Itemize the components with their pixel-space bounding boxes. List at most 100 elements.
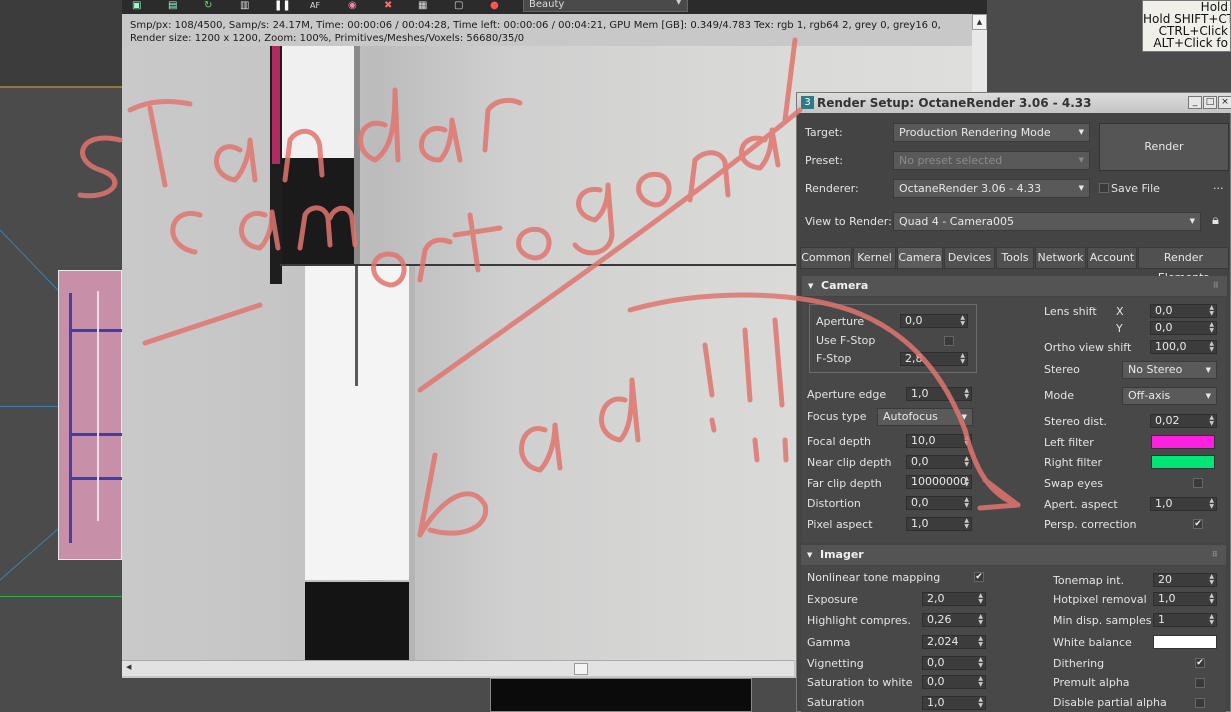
spinner-arrows-icon[interactable]: ▲ ▼ <box>1209 574 1214 586</box>
save-icon[interactable]: ▣ <box>132 0 144 11</box>
render-button[interactable]: Render <box>1099 123 1229 171</box>
gamma-spinner[interactable]: 2,024 ▲ ▼ <box>922 635 986 649</box>
spinner-arrows-icon[interactable]: ▲ ▼ <box>964 456 969 468</box>
spinner-arrows-icon[interactable]: ▲ ▼ <box>978 676 983 688</box>
scroll-thumb[interactable] <box>574 663 588 675</box>
spinner-arrows-icon[interactable]: ▲ ▼ <box>1209 322 1214 334</box>
tonemap-spinner[interactable]: 20 ▲ ▼ <box>1153 573 1217 587</box>
focus-type-dropdown[interactable]: Autofocus ▼ <box>877 408 973 426</box>
mode-dropdown[interactable]: Off-axis ▼ <box>1122 387 1217 405</box>
swap-eyes-checkbox[interactable] <box>1193 478 1203 488</box>
spinner-arrows-icon[interactable]: ▲ ▼ <box>964 497 969 509</box>
left-filter-swatch[interactable] <box>1151 435 1215 449</box>
spinner-arrows-icon[interactable]: ▲ ▼ <box>1209 341 1214 353</box>
tab-render-elements[interactable]: Render Elements <box>1138 247 1229 284</box>
spinner-arrows-icon[interactable]: ▲ ▼ <box>1209 415 1214 427</box>
window-icon[interactable]: ▢ <box>454 0 466 11</box>
spinner-arrows-icon[interactable]: ▲ ▼ <box>964 518 969 530</box>
lens-shift-y-spinner[interactable]: 0,0 ▲ ▼ <box>1150 321 1217 335</box>
right-filter-swatch[interactable] <box>1151 455 1215 469</box>
persp-correction-checkbox[interactable]: ✔ <box>1193 519 1203 529</box>
lens-shift-x-spinner[interactable]: 0,0 ▲ ▼ <box>1150 304 1217 318</box>
print-icon[interactable]: ▦ <box>418 0 430 11</box>
spinner-arrows-icon[interactable]: ▲ ▼ <box>978 636 983 648</box>
hotpixel-spinner[interactable]: 1,0 ▲ ▼ <box>1153 592 1217 606</box>
saturation-spinner[interactable]: 1,0 ▲ ▼ <box>922 696 986 710</box>
af-icon[interactable]: AF <box>310 0 322 11</box>
clone-icon[interactable]: ▥ <box>240 0 252 11</box>
scroll-up-icon[interactable]: ▲ <box>972 14 987 30</box>
spinner-arrows-icon[interactable]: ▲ ▼ <box>1209 614 1214 626</box>
imager-section-header[interactable]: ▼ Imager ⠿ <box>801 545 1226 565</box>
sat-white-spinner[interactable]: 0,0 ▲ ▼ <box>922 675 986 689</box>
far-clip-spinner[interactable]: 10000000 ▲ ▼ <box>906 475 972 489</box>
nonlinear-checkbox[interactable]: ✔ <box>974 572 984 582</box>
target-dropdown[interactable]: Production Rendering Mode ▼ <box>893 123 1090 142</box>
copy-icon[interactable]: ▤ <box>168 0 180 11</box>
spinner-arrows-icon[interactable]: ▲ ▼ <box>964 388 969 400</box>
spinner-arrows-icon[interactable]: ▲ ▼ <box>978 657 983 669</box>
close-icon[interactable]: × <box>1218 96 1231 109</box>
use-fstop-checkbox[interactable] <box>944 336 954 346</box>
tab-account[interactable]: Account <box>1087 247 1137 269</box>
exposure-spinner[interactable]: 2,0 ▲ ▼ <box>922 592 986 606</box>
save-file-checkbox[interactable] <box>1099 183 1109 193</box>
preset-dropdown[interactable]: No preset selected ▼ <box>893 151 1090 170</box>
spinner-arrows-icon[interactable]: ▲ ▼ <box>1209 593 1214 605</box>
spinner-arrows-icon[interactable]: ▲ ▼ <box>960 353 965 365</box>
horizontal-scrollbar[interactable]: ◀ <box>122 660 794 676</box>
disable-partial-checkbox[interactable] <box>1195 698 1205 708</box>
more-button[interactable]: ... <box>1213 179 1224 192</box>
aperture-spinner[interactable]: 0,0 ▲ ▼ <box>900 314 968 328</box>
tab-common[interactable]: Common <box>800 247 852 269</box>
lock-icon[interactable]: 🔒︎ <box>1212 213 1219 228</box>
spinner-arrows-icon[interactable]: ▲ ▼ <box>1209 305 1214 317</box>
renderer-dropdown[interactable]: OctaneRender 3.06 - 4.33 ▼ <box>893 179 1090 198</box>
tab-kernel[interactable]: Kernel <box>853 247 896 269</box>
tab-network[interactable]: Network <box>1035 247 1086 269</box>
aperture-edge-spinner[interactable]: 1,0 ▲ ▼ <box>906 387 972 401</box>
exposure-value: 2,0 <box>927 592 945 605</box>
white-balance-swatch[interactable] <box>1153 635 1217 649</box>
spinner-arrows-icon[interactable]: ▲ ▼ <box>978 614 983 626</box>
spinner-arrows-icon[interactable]: ▲ ▼ <box>978 697 983 709</box>
stereo-dropdown[interactable]: No Stereo ▼ <box>1122 361 1217 379</box>
chevron-down-icon: ▼ <box>1189 217 1195 225</box>
spinner-arrows-icon[interactable]: ▲ ▼ <box>960 315 965 327</box>
dithering-checkbox[interactable]: ✔ <box>1195 658 1205 668</box>
stereo-dist-value: 0,02 <box>1155 414 1180 427</box>
tab-devices[interactable]: Devices <box>944 247 995 269</box>
min-disp-spinner[interactable]: 1 ▲ ▼ <box>1153 613 1217 627</box>
highlight-spinner[interactable]: 0,26 ▲ ▼ <box>922 613 986 627</box>
refresh-icon[interactable]: ↻ <box>204 0 216 11</box>
camera-icon[interactable]: ● <box>490 0 502 11</box>
fstop-spinner[interactable]: 2,8 ▲ ▼ <box>900 352 968 366</box>
spinner-arrows-icon[interactable]: ▲ ▼ <box>978 593 983 605</box>
spinner-arrows-icon[interactable]: ▲ ▼ <box>964 435 969 447</box>
premult-checkbox[interactable] <box>1195 678 1205 688</box>
spinner-arrows-icon[interactable]: ▲ ▼ <box>964 476 969 488</box>
distortion-spinner[interactable]: 0,0 ▲ ▼ <box>906 496 972 510</box>
near-clip-spinner[interactable]: 0,0 ▲ ▼ <box>906 455 972 469</box>
maximize-icon[interactable]: □ <box>1203 96 1217 109</box>
color-icon[interactable]: ◉ <box>348 0 360 11</box>
focal-depth-spinner[interactable]: 10,0 ▲ ▼ <box>906 434 972 448</box>
view-to-render-dropdown[interactable]: Quad 4 - Camera005 ▼ <box>893 212 1201 231</box>
pause-icon[interactable]: ❚❚ <box>274 0 291 11</box>
channel-dropdown[interactable]: Beauty <box>523 0 688 12</box>
minimize-icon[interactable]: _ <box>1188 96 1202 109</box>
scroll-left-icon[interactable]: ◀ <box>126 663 131 671</box>
ortho-shift-spinner[interactable]: 100,0 ▲ ▼ <box>1150 340 1217 354</box>
target-label: Target: <box>805 126 843 139</box>
camera-section-header[interactable]: ▼ Camera ⠿ <box>802 276 1227 296</box>
tab-tools[interactable]: Tools <box>996 247 1034 269</box>
pixel-aspect-spinner[interactable]: 1,0 ▲ ▼ <box>906 517 972 531</box>
mode-label: Mode <box>1044 389 1074 402</box>
stereo-dist-spinner[interactable]: 0,02 ▲ ▼ <box>1150 414 1217 428</box>
tab-camera[interactable]: Camera <box>897 247 943 269</box>
vignetting-spinner[interactable]: 0,0 ▲ ▼ <box>922 656 986 670</box>
apert-aspect-spinner[interactable]: 1,0 ▲ ▼ <box>1150 497 1217 511</box>
spinner-arrows-icon[interactable]: ▲ ▼ <box>1209 498 1214 510</box>
clear-icon[interactable]: ✖ <box>384 0 396 11</box>
viewport-object[interactable] <box>58 270 123 560</box>
